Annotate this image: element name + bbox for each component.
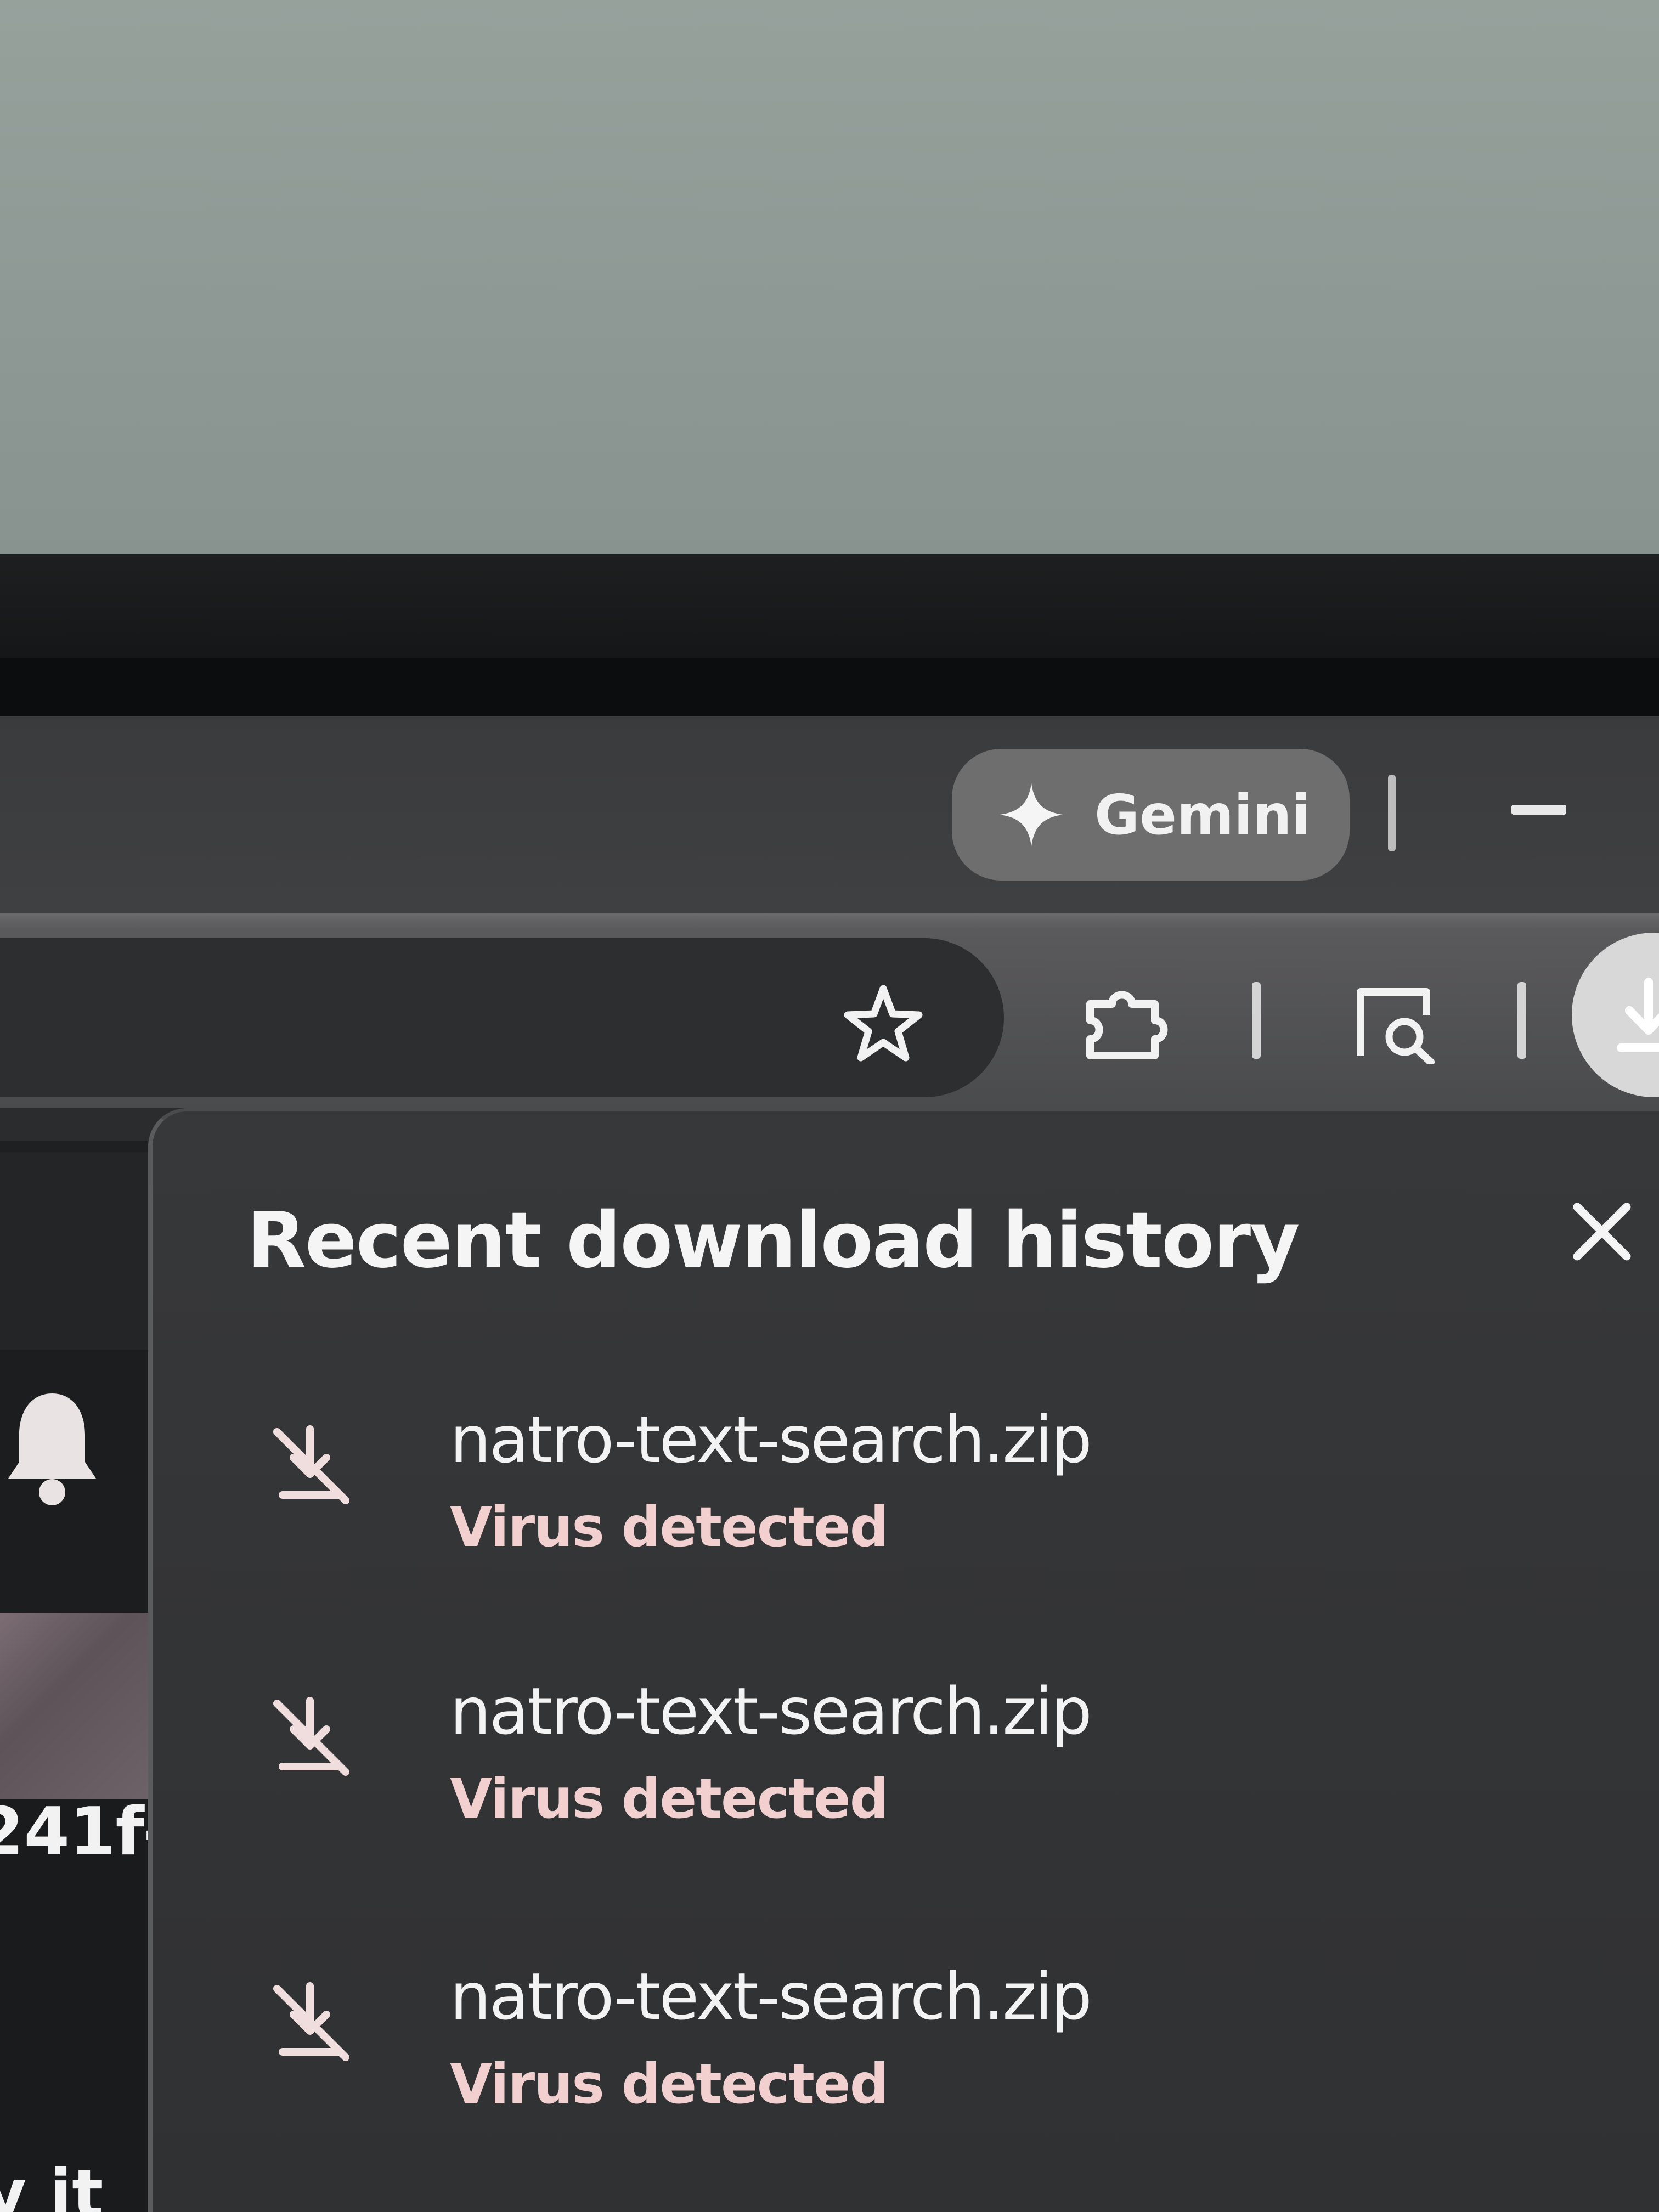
minimize-icon	[1511, 805, 1566, 815]
download-filename: natro-text-search.zip	[450, 1959, 1092, 2034]
download-blocked-icon	[273, 1982, 349, 2061]
toolbar-divider-2	[1517, 982, 1526, 1059]
star-icon	[844, 985, 923, 1062]
browser-titlebar	[0, 716, 1659, 913]
monitor-bezel-edge	[0, 658, 1659, 719]
download-blocked-icon	[273, 1425, 349, 1504]
download-filename: natro-text-search.zip	[450, 1673, 1092, 1749]
gemini-sparkle-icon	[1000, 783, 1063, 847]
download-status: Virus detected	[450, 2052, 889, 2116]
download-filename: natro-text-search.zip	[450, 1402, 1092, 1477]
download-status: Virus detected	[450, 1767, 889, 1831]
background-page-text-2: y it	[0, 2156, 104, 2212]
download-status: Virus detected	[450, 1495, 889, 1559]
background-web-page	[0, 1141, 148, 2212]
page-header-area	[0, 1152, 148, 1350]
search-page-with-lens-button[interactable]	[1339, 982, 1448, 1066]
puzzle-piece-icon	[1086, 991, 1168, 1059]
page-image-thumbnail	[0, 1613, 148, 1799]
bubble-title: Recent download history	[247, 1196, 1300, 1285]
close-icon	[1573, 1203, 1631, 1261]
extensions-button[interactable]	[1078, 982, 1174, 1064]
bookmark-star-button[interactable]	[831, 982, 935, 1064]
gemini-label: Gemini	[1094, 782, 1311, 847]
minimize-window-button[interactable]	[1503, 793, 1585, 826]
download-item[interactable]: natro-text-search.zip Virus detected	[247, 1673, 1454, 1854]
toolbar-divider-1	[1252, 982, 1261, 1059]
wall-background	[0, 0, 1659, 565]
download-item[interactable]: natro-text-search.zip Virus detected	[247, 1402, 1454, 1583]
photo-scene: Gemini 241f- y it Recent download histor…	[0, 0, 1659, 2212]
download-item[interactable]: natro-text-search.zip Virus detected	[247, 1959, 1454, 2140]
titlebar-divider	[1388, 775, 1396, 851]
notification-bell-icon[interactable]	[0, 1383, 104, 1509]
lens-search-icon	[1357, 988, 1435, 1066]
background-page-text: 241f-	[0, 1794, 171, 1870]
close-bubble-button[interactable]	[1566, 1196, 1638, 1267]
download-icon	[1617, 978, 1659, 1052]
gemini-button[interactable]: Gemini	[952, 749, 1350, 881]
download-blocked-icon	[273, 1697, 349, 1776]
